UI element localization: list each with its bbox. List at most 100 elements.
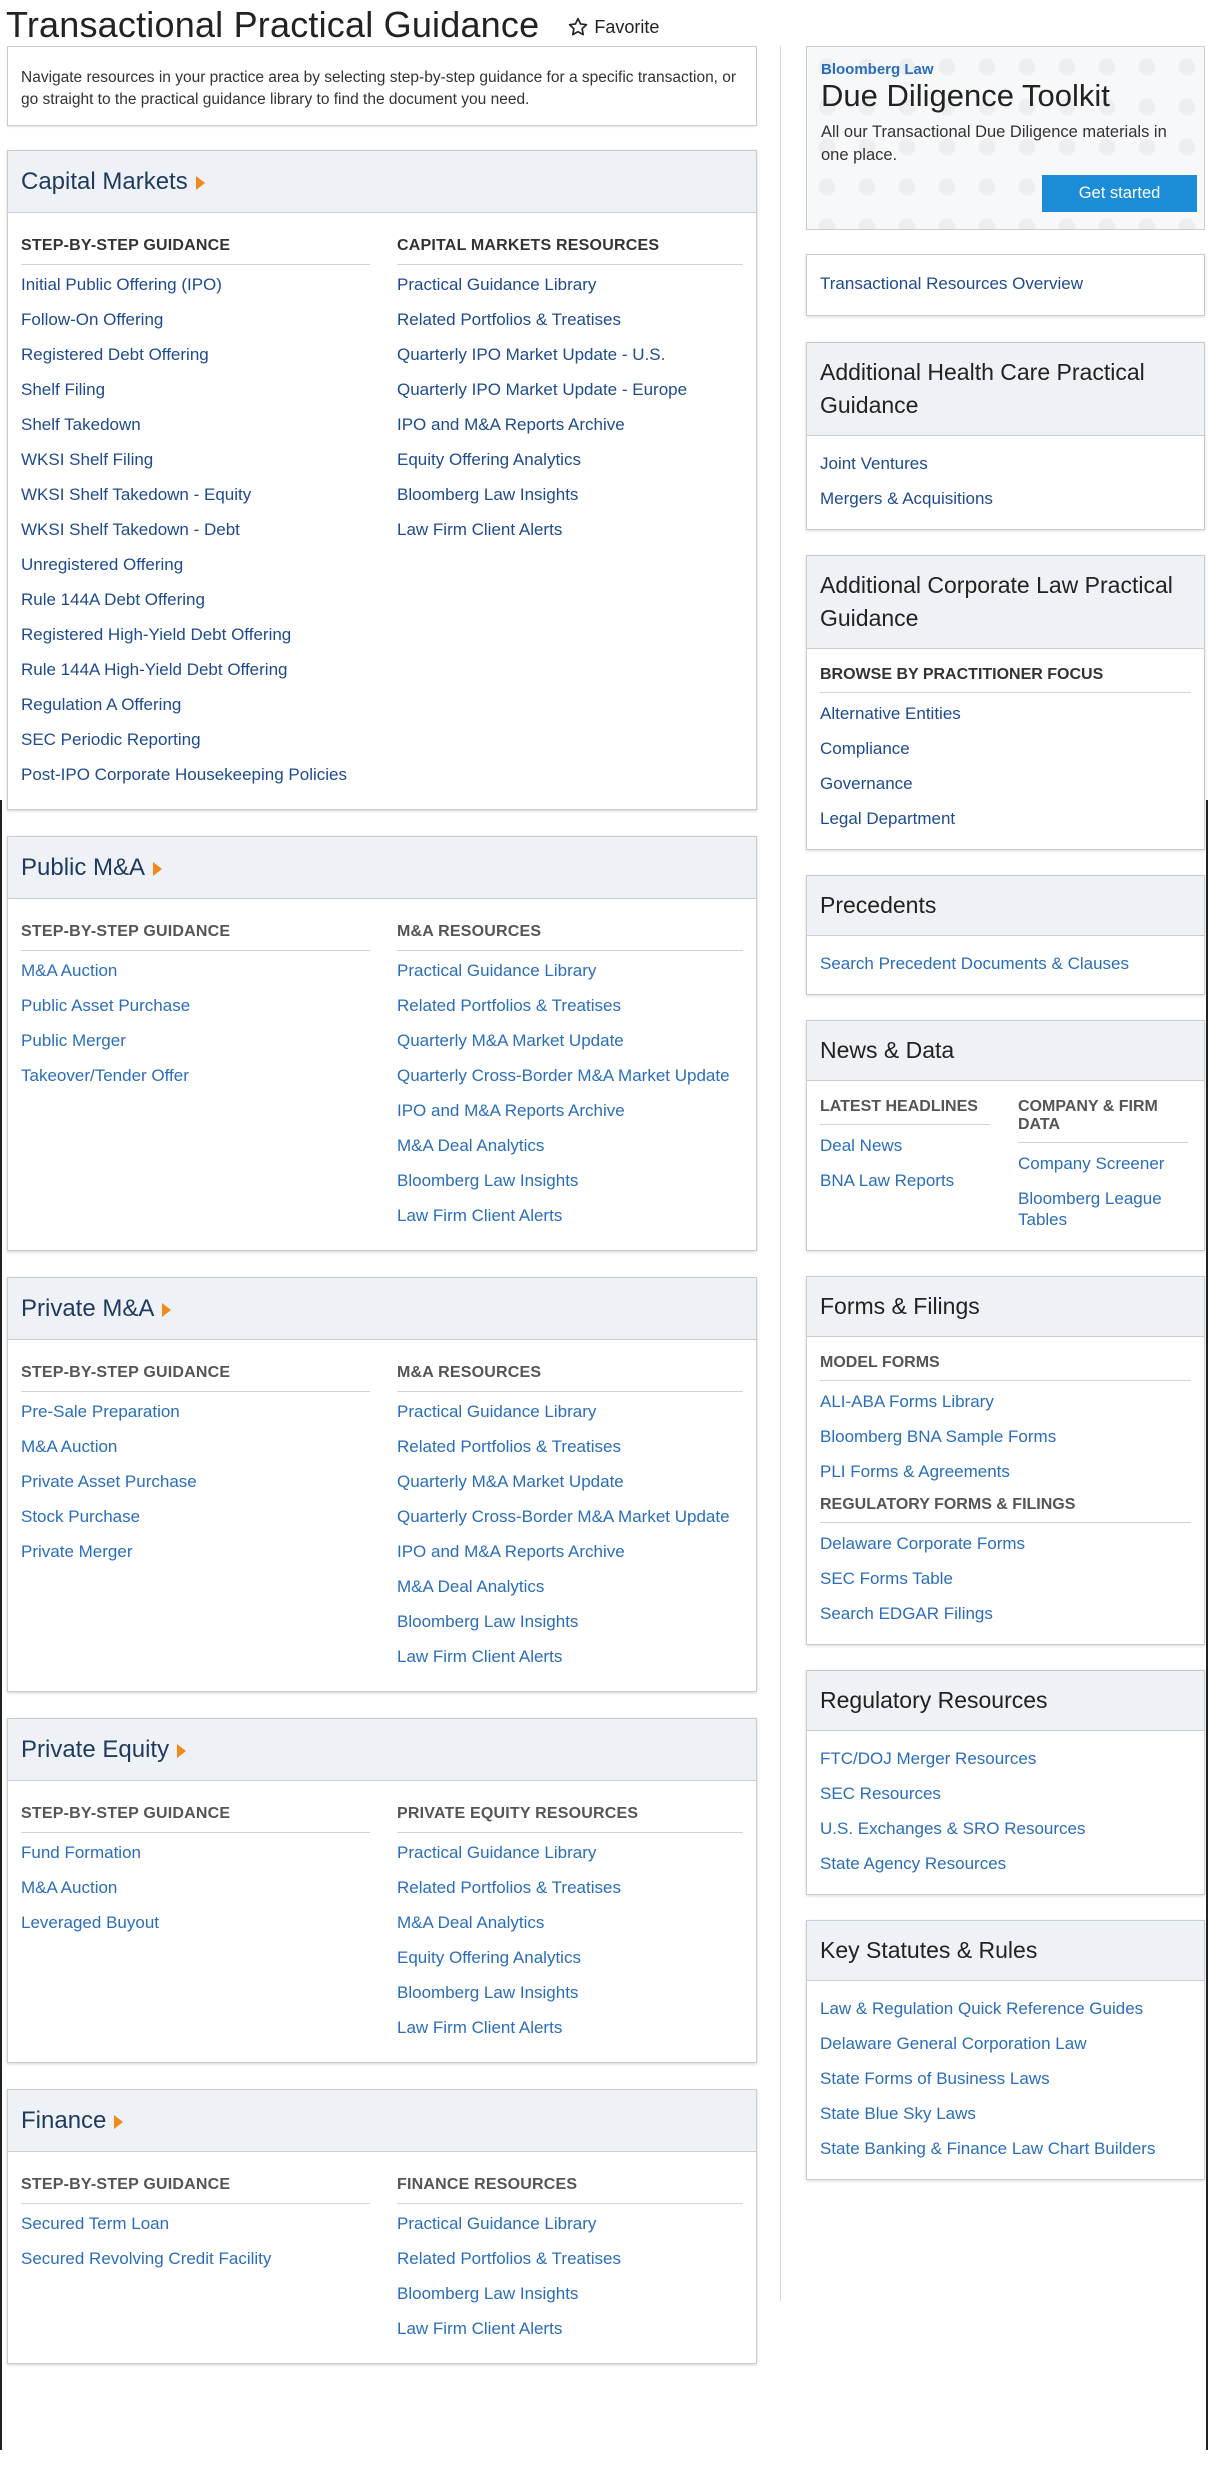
resource-link[interactable]: Related Portfolios & Treatises — [397, 1877, 743, 1898]
resource-link[interactable]: ALI-ABA Forms Library — [820, 1391, 1191, 1412]
resource-link[interactable]: Related Portfolios & Treatises — [397, 2248, 743, 2269]
resource-link[interactable]: U.S. Exchanges & SRO Resources — [820, 1818, 1191, 1839]
resource-link[interactable]: FTC/DOJ Merger Resources — [820, 1748, 1191, 1769]
resource-link[interactable]: Quarterly IPO Market Update - U.S. — [397, 344, 743, 365]
resource-link[interactable]: Rule 144A High-Yield Debt Offering — [21, 659, 370, 680]
resource-link[interactable]: Bloomberg Law Insights — [397, 1170, 743, 1191]
resource-link[interactable]: M&A Deal Analytics — [397, 1912, 743, 1933]
resource-link[interactable]: Quarterly M&A Market Update — [397, 1471, 743, 1492]
resource-link[interactable]: Stock Purchase — [21, 1506, 370, 1527]
resource-link[interactable]: State Blue Sky Laws — [820, 2103, 1191, 2124]
resource-link[interactable]: M&A Auction — [21, 1436, 370, 1457]
resource-link[interactable]: Quarterly Cross-Border M&A Market Update — [397, 1065, 743, 1086]
resource-link[interactable]: Bloomberg BNA Sample Forms — [820, 1426, 1191, 1447]
section-header[interactable]: Private M&A — [8, 1278, 756, 1340]
resource-link[interactable]: Practical Guidance Library — [397, 1842, 743, 1863]
section-title[interactable]: Finance — [21, 2107, 106, 2135]
resource-link[interactable]: M&A Auction — [21, 1877, 370, 1898]
resource-link[interactable]: Law Firm Client Alerts — [397, 1205, 743, 1226]
resource-link[interactable]: M&A Deal Analytics — [397, 1135, 743, 1156]
resource-link[interactable]: Follow-On Offering — [21, 309, 370, 330]
resource-link[interactable]: Joint Ventures — [820, 453, 1191, 474]
resource-link[interactable]: SEC Resources — [820, 1783, 1191, 1804]
resource-link[interactable]: Private Merger — [21, 1541, 370, 1562]
resource-link[interactable]: Public Asset Purchase — [21, 995, 370, 1016]
resource-link[interactable]: Bloomberg Law Insights — [397, 1982, 743, 2003]
resource-link[interactable]: Delaware General Corporation Law — [820, 2033, 1191, 2054]
resource-link[interactable]: Governance — [820, 773, 1191, 794]
resource-link[interactable]: SEC Forms Table — [820, 1568, 1191, 1589]
resource-link[interactable]: Company Screener — [1018, 1153, 1188, 1174]
overview-link[interactable]: Transactional Resources Overview — [820, 273, 1191, 294]
section-title[interactable]: Public M&A — [21, 854, 145, 882]
resource-link[interactable]: Takeover/Tender Offer — [21, 1065, 370, 1086]
resource-link[interactable]: Regulation A Offering — [21, 694, 370, 715]
resource-link[interactable]: Practical Guidance Library — [397, 2213, 743, 2234]
section-header[interactable]: Private Equity — [8, 1719, 756, 1781]
resource-link[interactable]: Law & Regulation Quick Reference Guides — [820, 1998, 1191, 2019]
resource-link[interactable]: Bloomberg Law Insights — [397, 484, 743, 505]
resource-link[interactable]: Practical Guidance Library — [397, 274, 743, 295]
resource-link[interactable]: State Forms of Business Laws — [820, 2068, 1191, 2089]
resource-link[interactable]: Bloomberg Law Insights — [397, 2283, 743, 2304]
resource-link[interactable]: IPO and M&A Reports Archive — [397, 414, 743, 435]
resource-link[interactable]: Law Firm Client Alerts — [397, 519, 743, 540]
resource-link[interactable]: Deal News — [820, 1135, 990, 1156]
resource-link[interactable]: Quarterly M&A Market Update — [397, 1030, 743, 1051]
resource-link[interactable]: Mergers & Acquisitions — [820, 488, 1191, 509]
resource-link[interactable]: BNA Law Reports — [820, 1170, 990, 1191]
resource-link[interactable]: Law Firm Client Alerts — [397, 2017, 743, 2038]
section-header[interactable]: Capital Markets — [8, 151, 756, 213]
resource-link[interactable]: Registered Debt Offering — [21, 344, 370, 365]
favorite-button[interactable]: Favorite — [567, 16, 659, 38]
resource-link[interactable]: WKSI Shelf Takedown - Debt — [21, 519, 370, 540]
resource-link[interactable]: Related Portfolios & Treatises — [397, 309, 743, 330]
resource-link[interactable]: Quarterly IPO Market Update - Europe — [397, 379, 743, 400]
section-header[interactable]: Finance — [8, 2090, 756, 2152]
resource-link[interactable]: M&A Deal Analytics — [397, 1576, 743, 1597]
resource-link[interactable]: Post-IPO Corporate Housekeeping Policies — [21, 764, 370, 785]
section-title[interactable]: Private M&A — [21, 1295, 154, 1323]
resource-link[interactable]: Secured Revolving Credit Facility — [21, 2248, 370, 2269]
resource-link[interactable]: Legal Department — [820, 808, 1191, 829]
resource-link[interactable]: Quarterly Cross-Border M&A Market Update — [397, 1506, 743, 1527]
section-header[interactable]: Public M&A — [8, 837, 756, 899]
resource-link[interactable]: Shelf Filing — [21, 379, 370, 400]
resource-link[interactable]: Unregistered Offering — [21, 554, 370, 575]
resource-link[interactable]: Public Merger — [21, 1030, 370, 1051]
resource-link[interactable]: Practical Guidance Library — [397, 1401, 743, 1422]
resource-link[interactable]: Compliance — [820, 738, 1191, 759]
resource-link[interactable]: Private Asset Purchase — [21, 1471, 370, 1492]
resource-link[interactable]: Related Portfolios & Treatises — [397, 995, 743, 1016]
resource-link[interactable]: State Agency Resources — [820, 1853, 1191, 1874]
resource-link[interactable]: Law Firm Client Alerts — [397, 1646, 743, 1667]
resource-link[interactable]: Equity Offering Analytics — [397, 1947, 743, 1968]
resource-link[interactable]: Shelf Takedown — [21, 414, 370, 435]
resource-link[interactable]: WKSI Shelf Filing — [21, 449, 370, 470]
resource-link[interactable]: IPO and M&A Reports Archive — [397, 1541, 743, 1562]
resource-link[interactable]: PLI Forms & Agreements — [820, 1461, 1191, 1482]
resource-link[interactable]: Leveraged Buyout — [21, 1912, 370, 1933]
resource-link[interactable]: Pre-Sale Preparation — [21, 1401, 370, 1422]
resource-link[interactable]: Related Portfolios & Treatises — [397, 1436, 743, 1457]
resource-link[interactable]: Fund Formation — [21, 1842, 370, 1863]
resource-link[interactable]: Search EDGAR Filings — [820, 1603, 1191, 1624]
resource-link[interactable]: IPO and M&A Reports Archive — [397, 1100, 743, 1121]
resource-link[interactable]: Search Precedent Documents & Clauses — [820, 953, 1191, 974]
resource-link[interactable]: Alternative Entities — [820, 703, 1191, 724]
resource-link[interactable]: Bloomberg League Tables — [1018, 1188, 1188, 1230]
resource-link[interactable]: SEC Periodic Reporting — [21, 729, 370, 750]
resource-link[interactable]: M&A Auction — [21, 960, 370, 981]
resource-link[interactable]: Registered High-Yield Debt Offering — [21, 624, 370, 645]
resource-link[interactable]: Practical Guidance Library — [397, 960, 743, 981]
resource-link[interactable]: Rule 144A Debt Offering — [21, 589, 370, 610]
resource-link[interactable]: WKSI Shelf Takedown - Equity — [21, 484, 370, 505]
resource-link[interactable]: Bloomberg Law Insights — [397, 1611, 743, 1632]
resource-link[interactable]: Delaware Corporate Forms — [820, 1533, 1191, 1554]
resource-link[interactable]: State Banking & Finance Law Chart Builde… — [820, 2138, 1191, 2159]
section-title[interactable]: Private Equity — [21, 1736, 169, 1764]
resource-link[interactable]: Equity Offering Analytics — [397, 449, 743, 470]
section-title[interactable]: Capital Markets — [21, 168, 188, 196]
resource-link[interactable]: Secured Term Loan — [21, 2213, 370, 2234]
get-started-button[interactable]: Get started — [1042, 175, 1197, 212]
